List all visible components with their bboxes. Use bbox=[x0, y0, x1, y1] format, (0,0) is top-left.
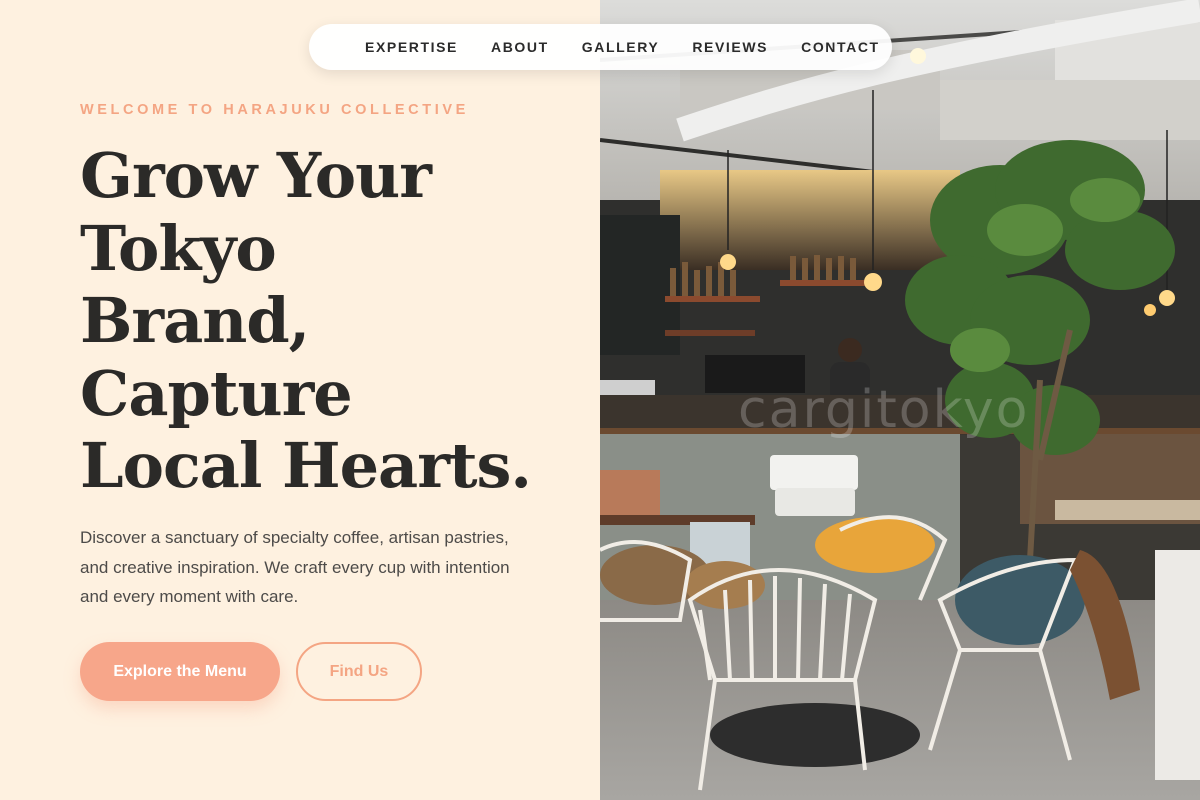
main-nav: EXPERTISE ABOUT GALLERY REVIEWS CONTACT bbox=[309, 24, 892, 70]
headline-line: Grow Your bbox=[80, 139, 432, 212]
headline-line: Local Hearts. bbox=[80, 429, 532, 502]
find-us-button[interactable]: Find Us bbox=[296, 642, 422, 701]
hero-eyebrow: WELCOME TO HARAJUKU COLLECTIVE bbox=[80, 102, 469, 118]
nav-item-about[interactable]: ABOUT bbox=[491, 39, 549, 55]
photo-watermark: cargitokyo bbox=[738, 380, 1030, 440]
nav-item-expertise[interactable]: EXPERTISE bbox=[365, 39, 458, 55]
cafe-interior-photo: cargitokyo bbox=[600, 0, 1200, 800]
headline-line: Capture bbox=[80, 356, 353, 430]
nav-item-reviews[interactable]: REVIEWS bbox=[692, 39, 768, 55]
nav-item-contact[interactable]: CONTACT bbox=[801, 39, 880, 55]
headline-line: Brand, bbox=[80, 284, 310, 357]
hero-description: Discover a sanctuary of specialty coffee… bbox=[80, 528, 510, 606]
headline-line: Tokyo bbox=[80, 211, 277, 285]
explore-menu-button[interactable]: Explore the Menu bbox=[80, 642, 280, 701]
hero-headline: Grow Your Tokyo Brand, Capture Local Hea… bbox=[80, 139, 560, 503]
nav-item-gallery[interactable]: GALLERY bbox=[582, 39, 660, 55]
